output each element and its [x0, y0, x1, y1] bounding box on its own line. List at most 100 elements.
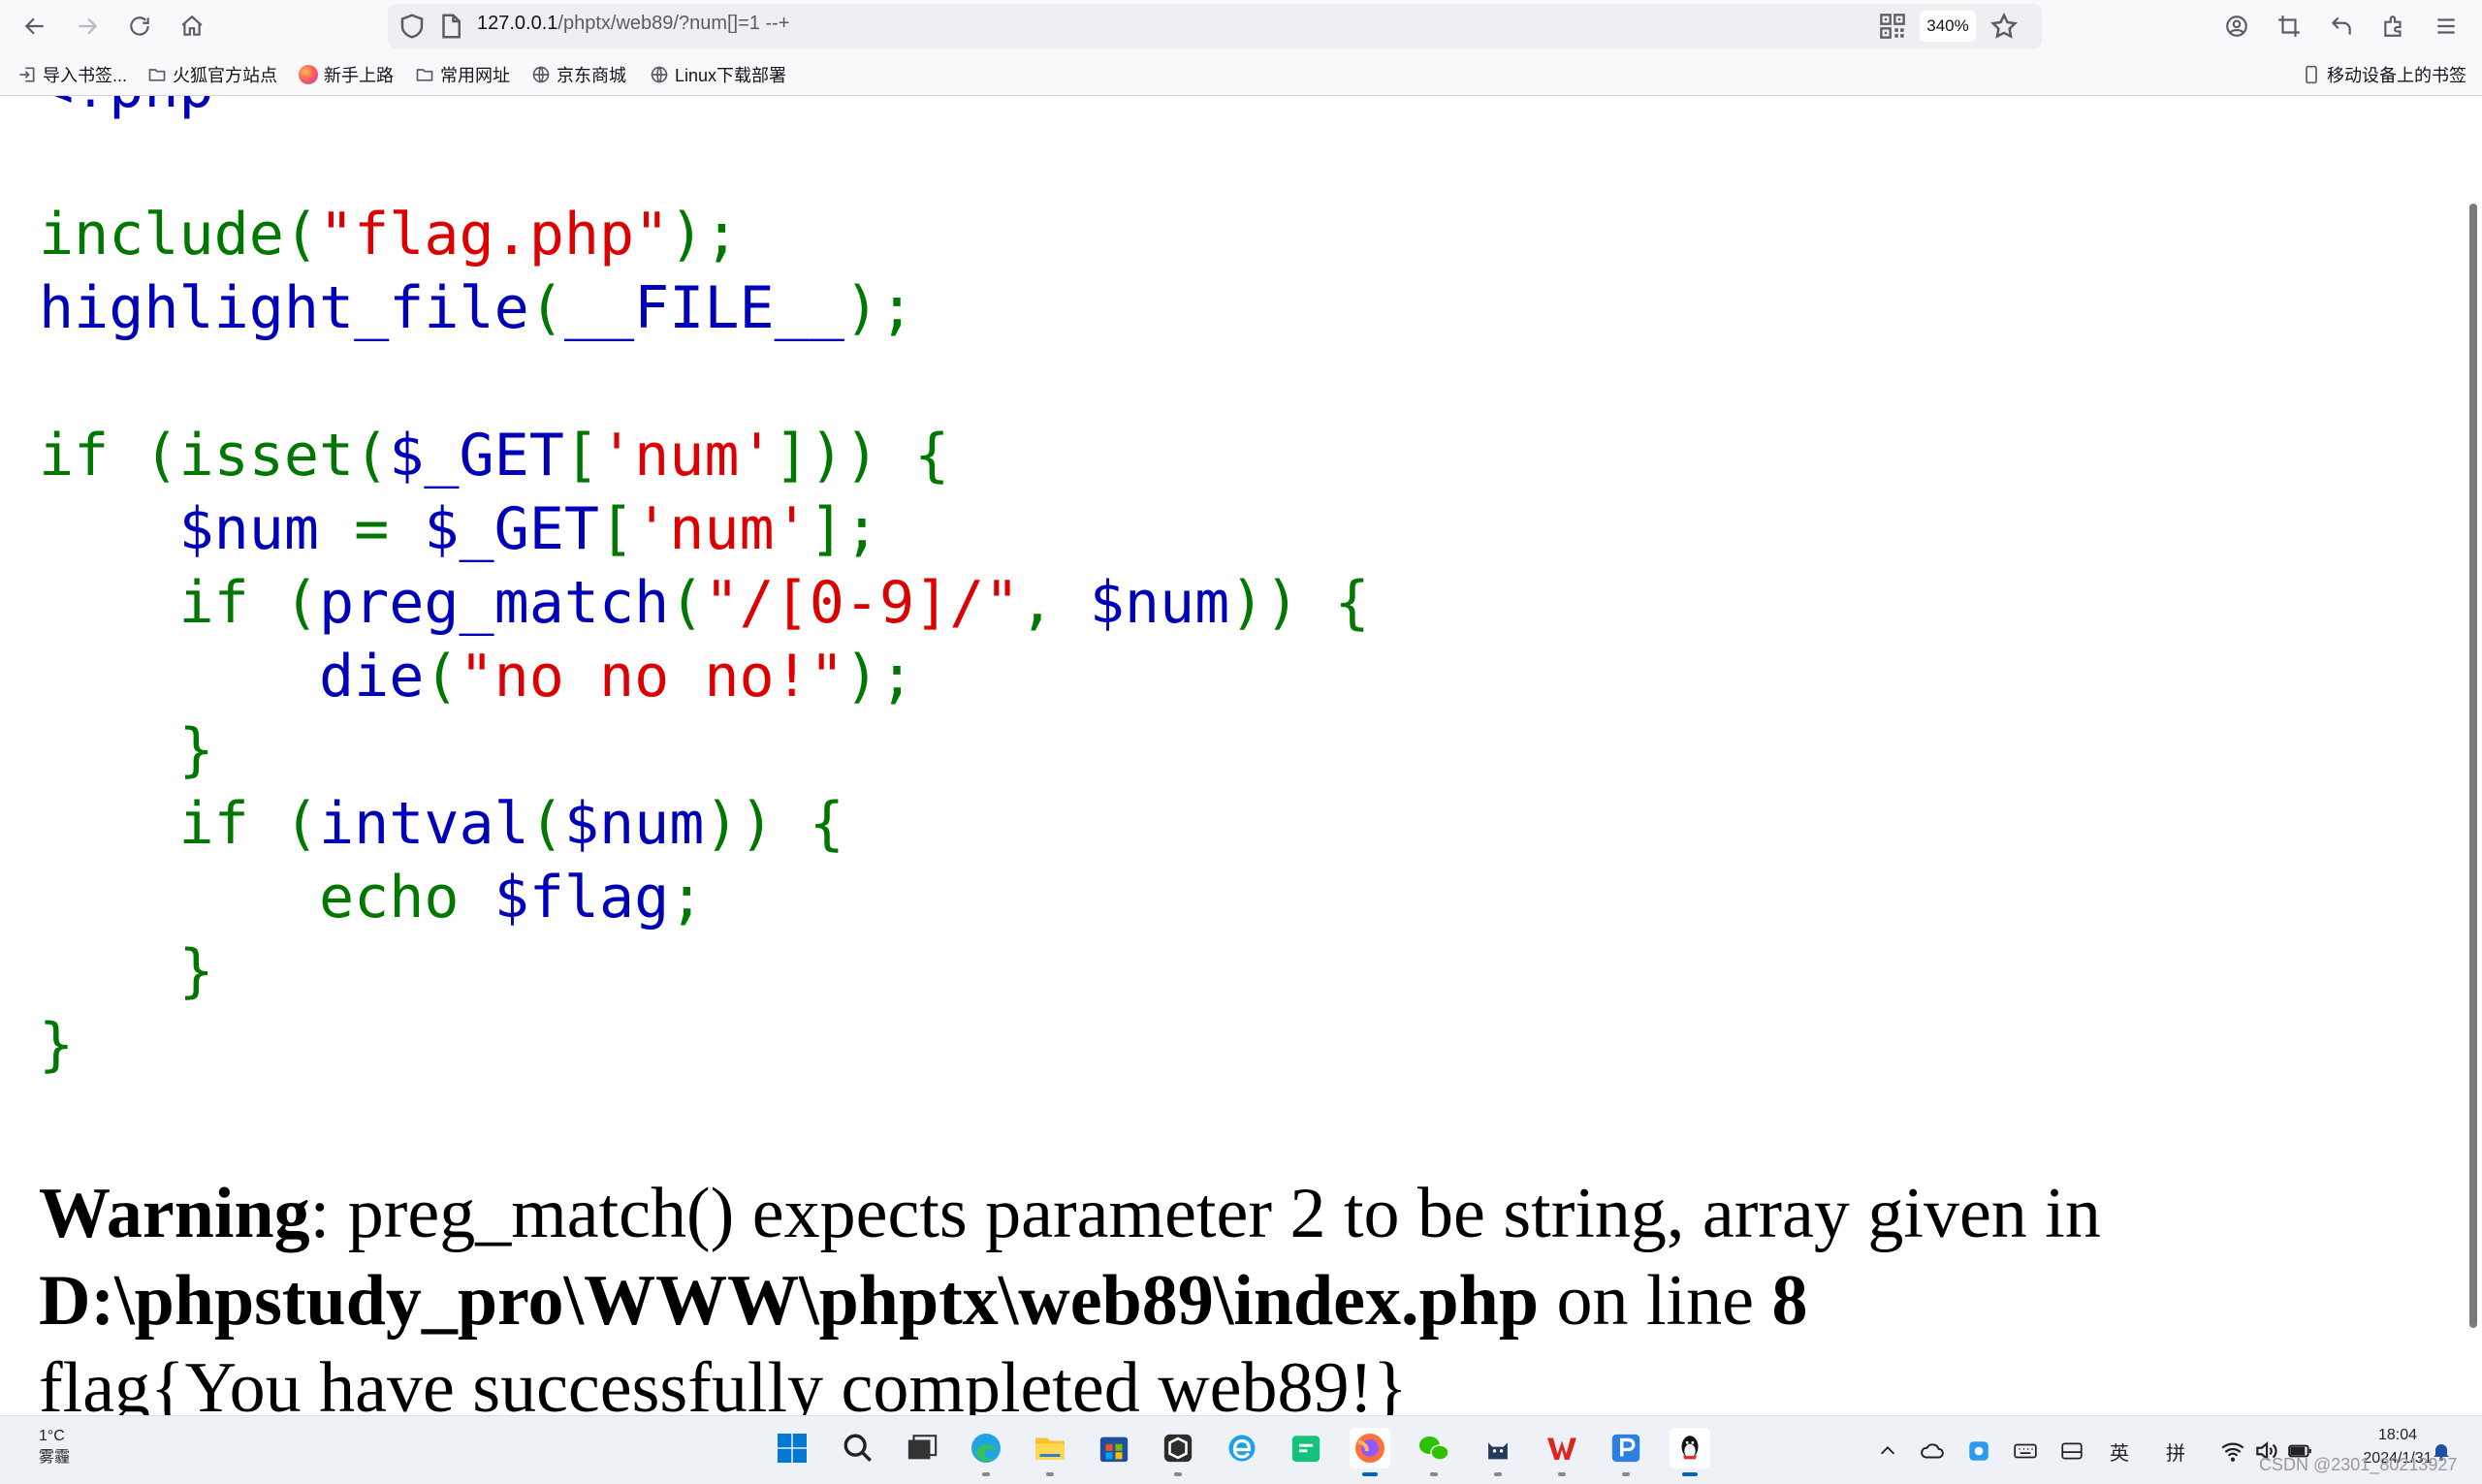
- code-num-var-3: $num: [563, 790, 705, 858]
- bookmark-import[interactable]: 导入书签...: [17, 62, 127, 87]
- url-text[interactable]: 127.0.0.1/phptx/web89/?num[]=1 --+: [477, 13, 789, 35]
- warning-path: D:\phpstudy_pro\WWW\phptx\web89\index.ph…: [39, 1261, 1539, 1341]
- taskbar-p-app[interactable]: [1606, 1428, 1646, 1476]
- taskbar-notes[interactable]: [1286, 1428, 1326, 1468]
- code-regex: "/[0-9]/": [704, 569, 1020, 637]
- weather-widget[interactable]: 1°C 雾霾: [39, 1426, 70, 1468]
- bookmark-label: Linux下载部署: [675, 66, 787, 85]
- tray-tablet[interactable]: [2059, 1432, 2084, 1470]
- taskbar-cat-app[interactable]: [1478, 1428, 1518, 1476]
- bookmark-label: 导入书签...: [43, 66, 128, 85]
- code-isset: isset: [178, 422, 355, 489]
- bookmarks-toolbar: 导入书签... 火狐官方站点 新手上路 常用网址 京东商城 Linux下载部署 …: [0, 52, 2482, 96]
- bookmark-linux[interactable]: Linux下载部署: [650, 62, 786, 87]
- taskbar-wps[interactable]: [1542, 1428, 1582, 1476]
- taskbar-store[interactable]: [1094, 1428, 1134, 1468]
- bookmark-label: 常用网址: [440, 66, 510, 85]
- folder-icon: [148, 69, 166, 81]
- bookmark-label: 火狐官方站点: [173, 66, 277, 85]
- code-get-var-2: $_GET: [424, 495, 599, 563]
- keyboard-icon: [2014, 1443, 2037, 1459]
- ime-mode[interactable]: 拼: [2166, 1432, 2185, 1470]
- wps-icon: [1547, 1437, 1576, 1460]
- code-echo: echo: [318, 864, 460, 931]
- page-scrollbar[interactable]: [2469, 204, 2477, 1328]
- qq-icon: [1681, 1436, 1699, 1460]
- code-preg-match: preg_match: [319, 569, 670, 637]
- taskbar-search[interactable]: [838, 1428, 878, 1468]
- running-indicator: [1362, 1472, 1378, 1476]
- account-button[interactable]: [2211, 4, 2263, 48]
- account-icon: [2226, 16, 2247, 37]
- zoom-level-badge[interactable]: 340%: [1920, 11, 1976, 42]
- flag-output: flag{You have successfully completed web…: [39, 1348, 1408, 1415]
- running-indicator: [1174, 1472, 1182, 1476]
- home-button[interactable]: [167, 4, 217, 48]
- running-indicator: [1682, 1472, 1698, 1476]
- tray-app[interactable]: [1966, 1432, 1991, 1470]
- taskbar-qq[interactable]: [1670, 1428, 1710, 1476]
- start-button[interactable]: [772, 1428, 812, 1468]
- menu-button[interactable]: [2420, 4, 2472, 48]
- running-indicator: [982, 1472, 990, 1476]
- weather-condition: 雾霾: [39, 1449, 71, 1466]
- undo-button[interactable]: [2315, 4, 2368, 48]
- warning-line-number: 8: [1771, 1261, 1808, 1341]
- url-bar[interactable]: 127.0.0.1/phptx/web89/?num[]=1 --+ 340%: [388, 4, 2042, 48]
- shield-icon[interactable]: [398, 12, 427, 41]
- qr-code-icon[interactable]: [1879, 13, 1906, 40]
- weather-temp: 1°C: [39, 1428, 65, 1444]
- page-content: <?php include("flag.php"); highlight_fil…: [0, 96, 2467, 1415]
- forward-button[interactable]: [62, 4, 112, 48]
- bookmark-jd[interactable]: 京东商城: [531, 62, 626, 87]
- ime-language[interactable]: 英: [2110, 1432, 2129, 1470]
- extensions-button[interactable]: [2368, 4, 2420, 48]
- browser-toolbar: 127.0.0.1/phptx/web89/?num[]=1 --+ 340%: [0, 0, 2482, 52]
- notes-icon: [1291, 1436, 1321, 1463]
- ie-icon: [1228, 1435, 1256, 1462]
- code-get-var: $_GET: [389, 422, 564, 489]
- cloud-icon: [1921, 1443, 1944, 1459]
- code-die-msg: "no no no!": [459, 643, 844, 710]
- vmware-icon: [1163, 1434, 1193, 1463]
- code-key-num: 'num': [599, 422, 775, 489]
- search-icon: [843, 1434, 872, 1462]
- php-source-code: <?php include("flag.php"); highlight_fil…: [39, 96, 1370, 1082]
- taskbar-vmware[interactable]: [1158, 1428, 1198, 1476]
- taskbar-ie[interactable]: [1222, 1428, 1262, 1468]
- back-icon: [24, 17, 44, 35]
- bookmark-mobile[interactable]: 移动设备上的书签: [2302, 62, 2466, 87]
- windows-taskbar: 1°C 雾霾 英 拼 18:04 2024/1/31 CSDN @2301_80…: [0, 1415, 2482, 1484]
- taskbar-edge[interactable]: [966, 1428, 1006, 1476]
- taskbar-file-explorer[interactable]: [1030, 1428, 1070, 1476]
- reload-button[interactable]: [114, 4, 165, 48]
- tray-chevron[interactable]: [1877, 1432, 1898, 1470]
- taskbar-task-view[interactable]: [902, 1428, 942, 1468]
- bookmark-folder-firefox-sites[interactable]: 火狐官方站点: [147, 62, 277, 87]
- back-button[interactable]: [10, 4, 60, 48]
- tray-app-icon: [1969, 1441, 1989, 1461]
- taskbar-wechat[interactable]: [1414, 1428, 1454, 1476]
- code-file-const: __FILE__: [563, 274, 844, 342]
- folder-icon: [416, 69, 433, 81]
- code-highlight-file: highlight_file: [39, 274, 529, 342]
- tray-network[interactable]: [2220, 1432, 2245, 1470]
- tray-onedrive[interactable]: [1920, 1432, 1945, 1470]
- task-view-icon: [907, 1435, 938, 1460]
- tray-keyboard[interactable]: [2013, 1432, 2038, 1470]
- bookmark-getting-started[interactable]: 新手上路: [299, 62, 394, 87]
- taskbar-firefox[interactable]: [1350, 1428, 1390, 1476]
- star-icon[interactable]: [1989, 12, 2019, 41]
- bookmark-folder-common[interactable]: 常用网址: [415, 62, 510, 87]
- running-indicator: [1622, 1472, 1630, 1476]
- code-if-1: if: [39, 422, 110, 489]
- warning-label: Warning: [39, 1174, 310, 1253]
- url-host: 127.0.0.1: [477, 13, 558, 34]
- edge-icon: [971, 1434, 1001, 1463]
- screenshot-button[interactable]: [2263, 4, 2315, 48]
- page-icon[interactable]: [436, 12, 465, 41]
- php-output: Warning: preg_match() expects parameter …: [39, 1170, 2443, 1415]
- chevron-up-icon: [1880, 1446, 1895, 1455]
- code-flag-var: $flag: [493, 864, 670, 931]
- csdn-watermark: CSDN @2301_80213927: [2259, 1455, 2458, 1474]
